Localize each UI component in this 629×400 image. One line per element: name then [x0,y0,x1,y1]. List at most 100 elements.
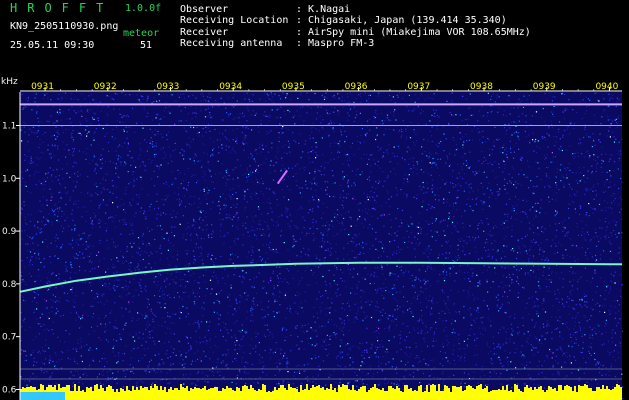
noise-pixel [535,241,537,243]
noise-pixel [611,337,613,339]
noise-pixel [76,239,78,241]
noise-pixel [391,320,393,322]
noise-pixel [409,277,411,280]
noise-pixel [615,138,617,140]
noise-pixel [102,284,104,287]
noise-pixel [326,355,328,357]
noise-pixel [98,373,101,375]
noise-pixel [362,247,364,249]
noise-pixel [43,224,45,226]
noise-pixel [195,116,197,118]
noise-pixel [451,332,453,334]
noise-pixel [420,286,422,289]
noise-pixel [103,188,105,190]
noise-pixel [526,126,528,128]
noise-pixel [554,156,556,158]
noise-pixel [392,96,394,98]
noise-pixel [329,312,331,314]
noise-pixel [303,311,305,313]
noise-pixel [453,205,455,207]
noise-pixel [620,236,622,238]
noise-pixel [544,311,547,313]
noise-pixel [22,319,24,321]
noise-pixel [367,97,369,100]
noise-pixel [338,151,341,153]
noise-pixel [523,355,525,357]
noise-pixel [159,245,161,247]
noise-pixel [601,374,603,376]
noise-pixel [566,128,568,130]
noise-pixel [389,325,391,327]
noise-pixel [206,321,208,323]
noise-pixel [585,188,587,190]
noise-pixel [272,311,274,313]
noise-pixel [342,224,344,226]
noise-pixel [196,292,199,294]
noise-pixel [392,254,394,256]
noise-pixel [373,117,375,119]
noise-pixel [225,184,227,187]
noise-pixel [445,138,447,140]
noise-pixel [195,97,197,99]
noise-pixel [60,197,62,200]
noise-pixel [151,178,153,180]
noise-pixel [91,222,93,224]
noise-pixel [452,264,454,266]
noise-pixel [463,173,465,175]
noise-pixel [55,287,57,289]
noise-pixel [613,229,615,232]
noise-pixel [478,110,480,112]
noise-pixel [239,348,241,350]
noise-pixel [213,187,216,189]
noise-pixel [469,252,471,254]
noise-pixel [130,164,132,166]
noise-pixel [592,327,594,329]
noise-pixel [531,296,533,298]
noise-pixel [238,307,240,309]
noise-pixel [601,159,603,161]
noise-pixel [178,350,181,352]
noise-pixel [553,105,555,107]
noise-pixel [292,277,294,280]
noise-pixel [581,333,583,335]
noise-pixel [437,167,439,169]
noise-pixel [217,282,219,284]
noise-pixel [260,120,262,122]
noise-pixel [175,266,177,268]
noise-pixel [138,158,140,160]
noise-pixel [520,221,522,223]
noise-pixel [353,106,355,108]
noise-pixel [38,350,40,352]
noise-pixel [38,210,40,212]
noise-pixel [57,310,59,312]
noise-pixel [596,235,598,237]
noise-pixel [43,188,45,190]
noise-pixel [407,246,409,248]
noise-pixel [51,208,53,210]
noise-pixel [445,302,447,305]
noise-pixel [251,129,253,131]
noise-pixel [89,270,91,273]
noise-pixel [557,289,559,291]
noise-pixel [566,356,568,358]
noise-pixel [255,235,258,237]
noise-pixel [30,275,33,277]
noise-pixel [347,268,349,270]
noise-pixel [54,301,56,303]
noise-pixel [105,222,107,225]
noise-pixel [43,372,45,374]
noise-pixel [378,332,380,334]
noise-pixel [553,136,555,138]
noise-pixel [399,337,402,339]
noise-pixel [397,207,399,210]
noise-pixel [544,387,546,389]
noise-pixel [539,147,541,149]
noise-pixel [585,251,587,253]
noise-pixel [400,136,402,138]
noise-pixel [164,353,166,355]
noise-pixel [185,228,187,230]
noise-pixel [368,94,370,96]
noise-pixel [236,377,238,379]
noise-pixel [276,199,278,201]
noise-pixel [194,352,196,354]
